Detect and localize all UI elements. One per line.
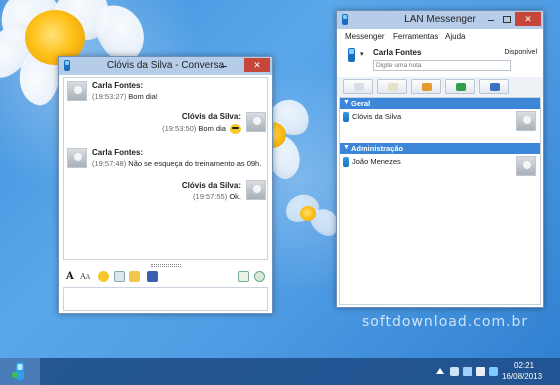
font-icon[interactable]: A <box>66 271 77 282</box>
messenger-titlebar[interactable]: LAN Messenger ✕ <box>337 11 543 29</box>
group-name: Geral <box>351 99 371 108</box>
avatar <box>246 112 266 132</box>
close-button[interactable]: ✕ <box>244 58 270 72</box>
broadcast-icon <box>388 83 398 91</box>
cool-smiley-icon <box>230 124 241 135</box>
avatar <box>67 81 87 101</box>
contact-name: João Menezes <box>352 157 401 166</box>
emoticon-icon[interactable] <box>98 271 109 282</box>
contact-item[interactable]: Clóvis da Silva <box>340 110 540 134</box>
message-time: (19:57:55) <box>193 192 228 201</box>
group-header-geral[interactable]: ▼ Geral <box>340 98 540 109</box>
chevron-down-icon: ▼ <box>343 144 350 151</box>
menu-bar: Messenger Ferramentas Ajuda <box>337 30 543 43</box>
settings-icon <box>490 83 500 91</box>
user-status-icon[interactable] <box>347 48 356 62</box>
message-input[interactable] <box>63 287 268 311</box>
user-name: Carla Fontes <box>373 48 422 57</box>
font-size-icon[interactable]: AA <box>80 271 91 282</box>
message-time: (19:53:50) <box>162 124 197 133</box>
minimize-button[interactable] <box>217 59 231 71</box>
message-text: Bom dia! <box>128 92 158 101</box>
menu-ferramentas[interactable]: Ferramentas <box>393 32 438 41</box>
transfer-button[interactable] <box>445 79 475 94</box>
chat-title: Clóvis da Silva - Conversa <box>106 60 225 71</box>
chat-toolbar: A AA <box>63 269 268 285</box>
menu-ajuda[interactable]: Ajuda <box>445 32 465 41</box>
lan-messenger-icon <box>12 362 24 380</box>
clock-time[interactable]: 02:21 <box>514 361 534 370</box>
folder-icon[interactable] <box>129 271 140 282</box>
contact-status-icon <box>343 112 349 122</box>
transfer-icon <box>456 83 466 91</box>
message-line: (19:53:27) Bom dia! <box>92 92 158 101</box>
avatar <box>516 111 536 131</box>
send-file-icon[interactable] <box>114 271 125 282</box>
action-center-icon[interactable] <box>450 367 459 376</box>
history-icon[interactable] <box>254 271 265 282</box>
messenger-window: LAN Messenger ✕ Messenger Ferramentas Aj… <box>336 10 544 308</box>
message-sender: Carla Fontes: <box>92 81 144 90</box>
message-line: (19:53:50) Bom dia <box>162 124 241 135</box>
message-time: (19:57:48) <box>92 159 127 168</box>
message-line: (19:57:55) Ok. <box>193 192 241 201</box>
chat-button[interactable] <box>343 79 373 94</box>
network-icon[interactable] <box>463 367 472 376</box>
rss-button[interactable] <box>411 79 441 94</box>
message-text: Não se esqueça do treinamento as 09h. <box>128 159 262 168</box>
chat-icon <box>354 83 364 91</box>
close-button[interactable]: ✕ <box>515 12 541 26</box>
note-input[interactable] <box>373 60 511 71</box>
maximize-button[interactable] <box>499 13 513 25</box>
chevron-down-icon[interactable]: ▾ <box>360 50 364 58</box>
chevron-down-icon: ▼ <box>343 99 350 106</box>
taskbar: 02:21 16/08/2013 <box>0 358 560 385</box>
avatar <box>246 180 266 200</box>
message-text: Ok. <box>229 192 241 201</box>
splitter-handle[interactable] <box>151 264 181 267</box>
avatar <box>67 148 87 168</box>
group-name: Administração <box>351 144 404 153</box>
lan-messenger-tray-icon[interactable] <box>489 367 498 376</box>
message-time: (19:53:27) <box>92 92 127 101</box>
menu-messenger[interactable]: Messenger <box>345 32 385 41</box>
watermark-text: softdownload.com.br <box>362 314 529 330</box>
volume-icon[interactable] <box>476 367 485 376</box>
clock-date[interactable]: 16/08/2013 <box>502 372 542 381</box>
chat-window: Clóvis da Silva - Conversa ✕ Carla Fonte… <box>58 56 273 314</box>
message-text: Bom dia <box>198 124 226 133</box>
message-sender: Clóvis da Silva: <box>181 112 241 121</box>
message-line: (19:57:48) Não se esqueça do treinamento… <box>92 159 261 168</box>
contact-item[interactable]: João Menezes <box>340 155 540 179</box>
messenger-toolbar <box>337 77 543 97</box>
group-header-administracao[interactable]: ▼ Administração <box>340 143 540 154</box>
taskbar-lan-messenger-button[interactable] <box>0 358 40 385</box>
minimize-button[interactable] <box>484 13 498 25</box>
contact-name: Clóvis da Silva <box>352 112 402 121</box>
contact-list: ▼ Geral Clóvis da Silva ▼ Administração … <box>339 97 541 305</box>
show-hidden-icons-icon[interactable] <box>436 368 444 374</box>
add-icon[interactable] <box>238 271 249 282</box>
chat-titlebar[interactable]: Clóvis da Silva - Conversa ✕ <box>59 57 272 75</box>
user-status[interactable]: Disponível <box>504 49 537 56</box>
avatar <box>516 156 536 176</box>
rss-icon <box>422 83 432 91</box>
broadcast-button[interactable] <box>377 79 407 94</box>
settings-button[interactable] <box>479 79 509 94</box>
chat-transcript: Carla Fontes: (19:53:27) Bom dia! Clóvis… <box>63 77 268 260</box>
save-icon[interactable] <box>147 271 158 282</box>
message-sender: Carla Fontes: <box>92 148 144 157</box>
message-sender: Clóvis da Silva: <box>181 181 241 190</box>
contact-status-icon <box>343 157 349 167</box>
